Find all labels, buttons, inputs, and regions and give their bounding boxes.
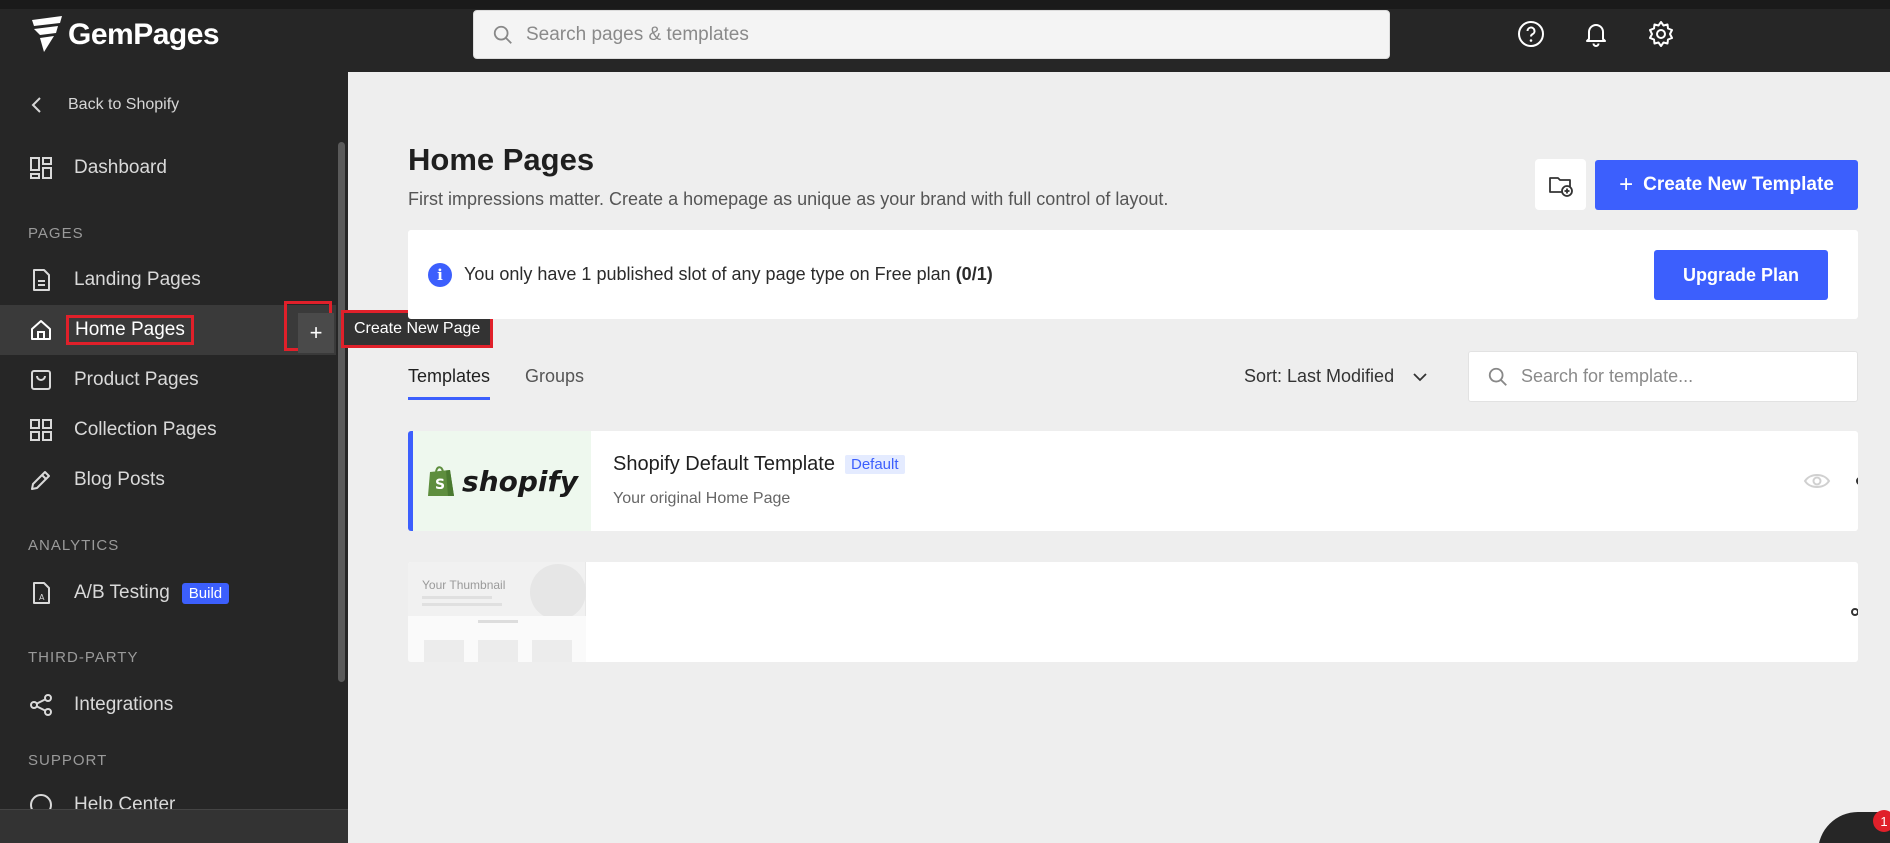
- section-support: SUPPORT: [28, 752, 108, 769]
- sidebar-label: Blog Posts: [74, 469, 165, 490]
- sidebar-item-collection-pages[interactable]: Collection Pages: [0, 405, 336, 455]
- template-card[interactable]: Your Thumbnail: [408, 562, 1858, 662]
- slot-count: (0/1): [955, 264, 993, 284]
- tab-groups[interactable]: Groups: [525, 366, 584, 397]
- share-nodes-icon: [30, 694, 52, 716]
- gempages-logo-icon: [32, 16, 62, 52]
- new-group-button[interactable]: [1535, 159, 1586, 210]
- thumbnail-placeholder-art: [408, 564, 586, 662]
- sidebar-item-product-pages[interactable]: Product Pages: [0, 355, 336, 405]
- shopify-bag-icon: S: [428, 466, 455, 496]
- ab-test-icon: A: [33, 582, 50, 604]
- section-third-party: THIRD-PARTY: [28, 649, 139, 666]
- main-content: Home Pages First impressions matter. Cre…: [348, 72, 1890, 843]
- help-icon: [1518, 21, 1544, 47]
- gempages-logo[interactable]: GemPages: [30, 15, 220, 55]
- tab-templates[interactable]: Templates: [408, 366, 491, 400]
- document-icon: [33, 269, 50, 291]
- sidebar-label: A/B Testing: [74, 582, 170, 603]
- chat-unread-badge: 1: [1873, 810, 1890, 832]
- page-title: Home Pages: [408, 142, 595, 177]
- sidebar-footer: [0, 809, 348, 843]
- sidebar-item-integrations[interactable]: Integrations: [0, 680, 336, 730]
- build-badge: Build: [181, 582, 230, 604]
- sort-dropdown[interactable]: Sort: Last Modified: [1244, 366, 1428, 387]
- template-thumbnail: S shopify: [413, 431, 591, 531]
- settings-button[interactable]: [1646, 19, 1676, 49]
- section-analytics: ANALYTICS: [28, 537, 120, 554]
- sort-label: Sort: Last Modified: [1244, 366, 1395, 386]
- bell-icon: [1586, 24, 1606, 47]
- plus-icon: +: [1619, 171, 1634, 198]
- info-icon: i: [428, 262, 452, 287]
- chevron-down-icon: [1413, 372, 1427, 381]
- template-name[interactable]: Shopify Default Template: [613, 453, 835, 476]
- svg-text:A: A: [39, 593, 45, 602]
- sidebar-item-blog-posts[interactable]: Blog Posts: [0, 455, 336, 505]
- sidebar-item-dashboard[interactable]: Dashboard: [0, 143, 336, 193]
- template-search-input[interactable]: [1521, 366, 1841, 387]
- grid-icon: [30, 419, 52, 441]
- default-badge: Default: [844, 455, 905, 474]
- template-search[interactable]: [1468, 351, 1858, 402]
- sidebar-item-ab-testing[interactable]: A A/B Testing Build: [0, 568, 336, 618]
- folder-add-icon: [1548, 176, 1573, 197]
- shopify-wordmark: shopify: [462, 464, 578, 498]
- sidebar-scrollbar[interactable]: [338, 142, 345, 682]
- plan-notice: i You only have 1 published slot of any …: [408, 230, 1858, 319]
- sidebar-label: Collection Pages: [74, 419, 217, 440]
- more-options-icon[interactable]: [1855, 469, 1858, 493]
- back-to-shopify-link[interactable]: Back to Shopify: [28, 96, 179, 114]
- chevron-left-icon: [31, 97, 41, 113]
- sidebar-label: Landing Pages: [74, 269, 201, 290]
- gear-icon: [1649, 21, 1673, 47]
- pencil-icon: [31, 471, 50, 490]
- bag-icon: [31, 370, 51, 390]
- top-bar: GemPages: [0, 0, 1890, 72]
- preview-eye-icon[interactable]: [1803, 469, 1831, 493]
- svg-text:S: S: [435, 477, 445, 493]
- sidebar: Back to Shopify Dashboard PAGES Landing …: [0, 72, 348, 843]
- sidebar-label: Product Pages: [74, 369, 199, 390]
- global-search-input[interactable]: [526, 23, 1326, 46]
- create-template-label: Create New Template: [1643, 174, 1834, 195]
- sidebar-label: Home Pages: [66, 315, 194, 345]
- notice-text: You only have 1 published slot of any pa…: [464, 264, 993, 284]
- global-search[interactable]: [473, 10, 1390, 59]
- create-new-page-button[interactable]: +: [298, 313, 334, 353]
- create-new-template-button[interactable]: + Create New Template: [1595, 160, 1858, 210]
- more-options-icon[interactable]: [1850, 600, 1858, 624]
- back-label: Back to Shopify: [68, 96, 180, 113]
- home-icon: [31, 320, 51, 340]
- logo-text: GemPages: [68, 18, 220, 51]
- sidebar-label: Dashboard: [74, 157, 167, 178]
- notifications-button[interactable]: [1581, 19, 1611, 49]
- sidebar-label: Integrations: [74, 694, 174, 715]
- help-button[interactable]: [1516, 19, 1546, 49]
- page-subtitle: First impressions matter. Create a homep…: [408, 189, 1169, 209]
- search-icon: [493, 25, 512, 44]
- section-pages: PAGES: [28, 225, 84, 242]
- dashboard-icon: [30, 157, 52, 179]
- template-thumbnail: Your Thumbnail: [408, 562, 586, 662]
- template-card[interactable]: S shopify Shopify Default Template Defau…: [408, 431, 1858, 531]
- upgrade-plan-button[interactable]: Upgrade Plan: [1654, 250, 1828, 300]
- search-icon: [1488, 367, 1507, 386]
- sidebar-item-landing-pages[interactable]: Landing Pages: [0, 255, 336, 305]
- template-subtitle: Your original Home Page: [613, 490, 791, 507]
